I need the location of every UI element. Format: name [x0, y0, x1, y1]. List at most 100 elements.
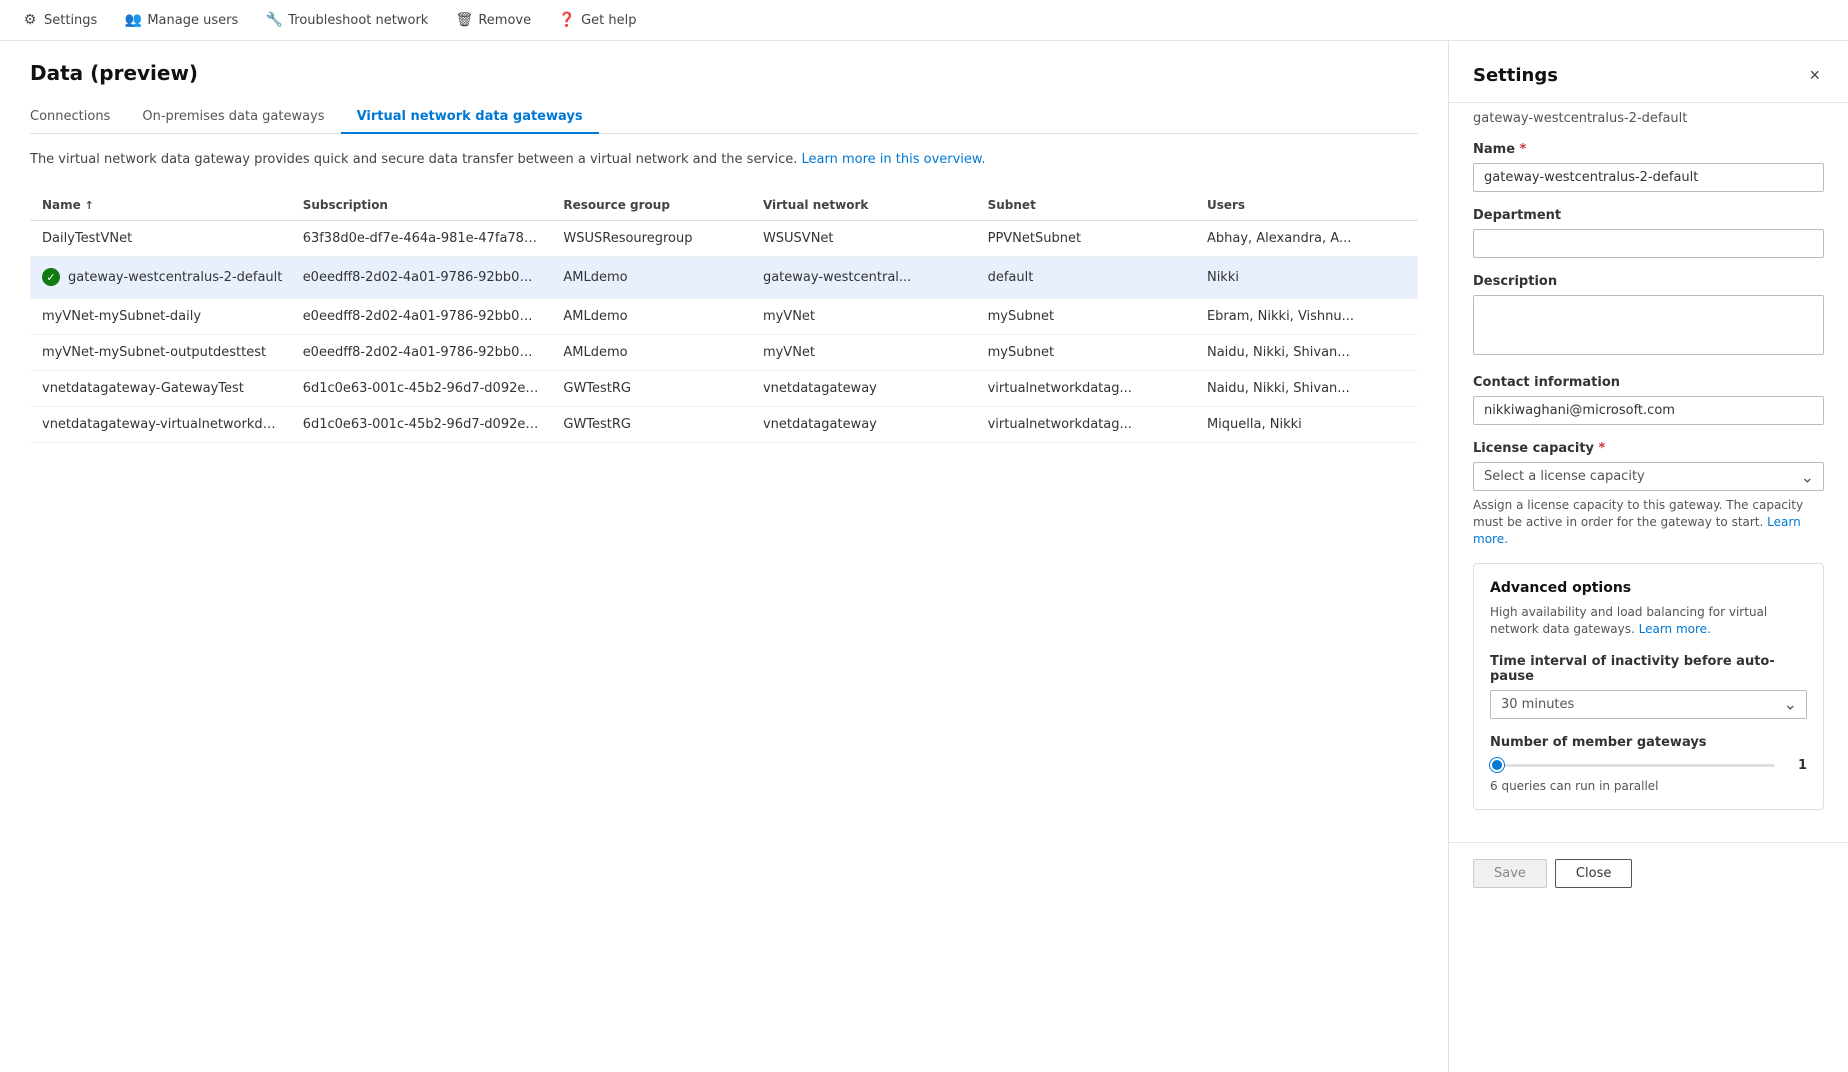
col-header-name: Name — [30, 190, 291, 221]
table-row[interactable]: myVNet-mySubnet-outputdestteste0eedff8-2… — [30, 334, 1418, 370]
time-interval-group: Time interval of inactivity before auto-… — [1490, 654, 1807, 719]
description-textarea[interactable] — [1473, 295, 1824, 355]
time-interval-label: Time interval of inactivity before auto-… — [1490, 654, 1807, 684]
cell-subnet: virtualnetworkdatag... — [976, 370, 1195, 406]
license-select[interactable]: Select a license capacity — [1473, 462, 1824, 491]
settings-panel: Settings × gateway-westcentralus-2-defau… — [1448, 41, 1848, 1072]
member-gateways-hint: 6 queries can run in parallel — [1490, 779, 1807, 793]
license-select-wrapper: Select a license capacity — [1473, 462, 1824, 491]
license-label: License capacity * — [1473, 441, 1824, 456]
cell-resource-group: WSUSResouregroup — [551, 220, 751, 256]
name-required: * — [1520, 142, 1527, 157]
advanced-options-box: Advanced options High availability and l… — [1473, 563, 1824, 810]
help-icon: ❓ — [559, 12, 575, 28]
department-input[interactable] — [1473, 229, 1824, 258]
name-field-group: Name * — [1473, 142, 1824, 192]
department-label: Department — [1473, 208, 1824, 223]
slider-row: 1 — [1490, 758, 1807, 773]
cell-users: Naidu, Nikki, Shivan... — [1195, 334, 1418, 370]
col-header-users: Users — [1195, 190, 1418, 221]
tab-virtual-network[interactable]: Virtual network data gateways — [341, 101, 599, 134]
cell-subscription: e0eedff8-2d02-4a01-9786-92bb0e0cb... — [291, 334, 552, 370]
member-gateways-slider[interactable] — [1490, 764, 1775, 767]
toolbar-settings-label: Settings — [44, 13, 97, 28]
cell-resource-group: GWTestRG — [551, 370, 751, 406]
gateways-table: Name Subscription Resource group Virtual… — [30, 190, 1418, 443]
contact-field-group: Contact information — [1473, 375, 1824, 425]
member-gateways-container: Number of member gateways 1 6 queries ca… — [1490, 735, 1807, 793]
panel-title: Settings — [1473, 65, 1558, 86]
cell-subnet: default — [976, 256, 1195, 298]
cell-resource-group: AMLdemo — [551, 256, 751, 298]
table-row[interactable]: vnetdatagateway-GatewayTest6d1c0e63-001c… — [30, 370, 1418, 406]
page-title: Data (preview) — [30, 61, 1418, 85]
name-input[interactable] — [1473, 163, 1824, 192]
remove-icon: 🗑 — [456, 12, 472, 28]
cell-subnet: virtualnetworkdatag... — [976, 406, 1195, 442]
col-header-resource-group: Resource group — [551, 190, 751, 221]
time-interval-select-wrapper: 30 minutes 15 minutes 60 minutes — [1490, 690, 1807, 719]
cell-subscription: 63f38d0e-df7e-464a-981e-47fa78f30861 — [291, 220, 552, 256]
cell-subnet: mySubnet — [976, 298, 1195, 334]
cell-virtual-network: gateway-westcentral... — [751, 256, 976, 298]
panel-close-button[interactable]: × — [1805, 61, 1824, 90]
toolbar-troubleshoot-network[interactable]: 🔧 Troubleshoot network — [264, 8, 430, 32]
toolbar-remove[interactable]: 🗑 Remove — [454, 8, 533, 32]
cell-subscription: e0eedff8-2d02-4a01-9786-92bb0e0cb... — [291, 298, 552, 334]
cell-subscription: 6d1c0e63-001c-45b2-96d7-d092e94c8... — [291, 370, 552, 406]
member-gateways-value: 1 — [1787, 758, 1807, 773]
license-hint: Assign a license capacity to this gatewa… — [1473, 497, 1824, 547]
cell-resource-group: AMLdemo — [551, 334, 751, 370]
cell-name: myVNet-mySubnet-outputdesttest — [30, 334, 291, 370]
cell-virtual-network: myVNet — [751, 298, 976, 334]
panel-footer: Save Close — [1449, 842, 1848, 904]
cell-name: DailyTestVNet — [30, 220, 291, 256]
toolbar-manage-users[interactable]: 👥 Manage users — [123, 8, 240, 32]
save-button[interactable]: Save — [1473, 859, 1547, 888]
tabs-container: Connections On-premises data gateways Vi… — [30, 101, 1418, 134]
license-field-group: License capacity * Select a license capa… — [1473, 441, 1824, 547]
settings-icon: ⚙ — [22, 12, 38, 28]
table-row[interactable]: DailyTestVNet63f38d0e-df7e-464a-981e-47f… — [30, 220, 1418, 256]
member-gateways-label: Number of member gateways — [1490, 735, 1807, 750]
table-row[interactable]: myVNet-mySubnet-dailye0eedff8-2d02-4a01-… — [30, 298, 1418, 334]
cell-users: Abhay, Alexandra, A... — [1195, 220, 1418, 256]
advanced-learn-more-link[interactable]: Learn more. — [1639, 622, 1711, 636]
panel-header: Settings × — [1449, 41, 1848, 103]
contact-input[interactable] — [1473, 396, 1824, 425]
close-button[interactable]: Close — [1555, 859, 1632, 888]
toolbar-get-help-label: Get help — [581, 13, 636, 28]
cell-name: vnetdatagateway-GatewayTest — [30, 370, 291, 406]
manage-users-icon: 👥 — [125, 12, 141, 28]
toolbar-manage-users-label: Manage users — [147, 13, 238, 28]
panel-subtitle: gateway-westcentralus-2-default — [1449, 103, 1848, 126]
cell-virtual-network: WSUSVNet — [751, 220, 976, 256]
col-header-virtual-network: Virtual network — [751, 190, 976, 221]
cell-virtual-network: vnetdatagateway — [751, 370, 976, 406]
troubleshoot-icon: 🔧 — [266, 12, 282, 28]
cell-name: myVNet-mySubnet-daily — [30, 298, 291, 334]
department-field-group: Department — [1473, 208, 1824, 258]
toolbar-remove-label: Remove — [478, 13, 531, 28]
cell-subnet: mySubnet — [976, 334, 1195, 370]
learn-more-link[interactable]: Learn more in this overview. — [802, 152, 986, 167]
content-area: Data (preview) Connections On-premises d… — [0, 41, 1448, 1072]
panel-body: Name * Department Description Contact in… — [1449, 126, 1848, 842]
time-interval-select[interactable]: 30 minutes 15 minutes 60 minutes — [1490, 690, 1807, 719]
table-row[interactable]: vnetdatagateway-virtualnetworkdata...6d1… — [30, 406, 1418, 442]
main-layout: Data (preview) Connections On-premises d… — [0, 41, 1848, 1072]
col-header-subscription: Subscription — [291, 190, 552, 221]
table-row[interactable]: ✓gateway-westcentralus-2-default⚙···e0ee… — [30, 256, 1418, 298]
tab-on-premises[interactable]: On-premises data gateways — [126, 101, 340, 134]
col-header-subnet: Subnet — [976, 190, 1195, 221]
tab-description: The virtual network data gateway provide… — [30, 150, 1418, 170]
toolbar-settings[interactable]: ⚙ Settings — [20, 8, 99, 32]
cell-subscription: e0eedff8-2d02-4a01-9786-92bb0e0cb... — [291, 256, 552, 298]
cell-virtual-network: myVNet — [751, 334, 976, 370]
cell-name: vnetdatagateway-virtualnetworkdata... — [30, 406, 291, 442]
tab-connections[interactable]: Connections — [30, 101, 126, 134]
toolbar-get-help[interactable]: ❓ Get help — [557, 8, 638, 32]
cell-subscription: 6d1c0e63-001c-45b2-96d7-d092e94c8... — [291, 406, 552, 442]
cell-users: Ebram, Nikki, Vishnu... — [1195, 298, 1418, 334]
status-icon: ✓ — [42, 268, 60, 286]
